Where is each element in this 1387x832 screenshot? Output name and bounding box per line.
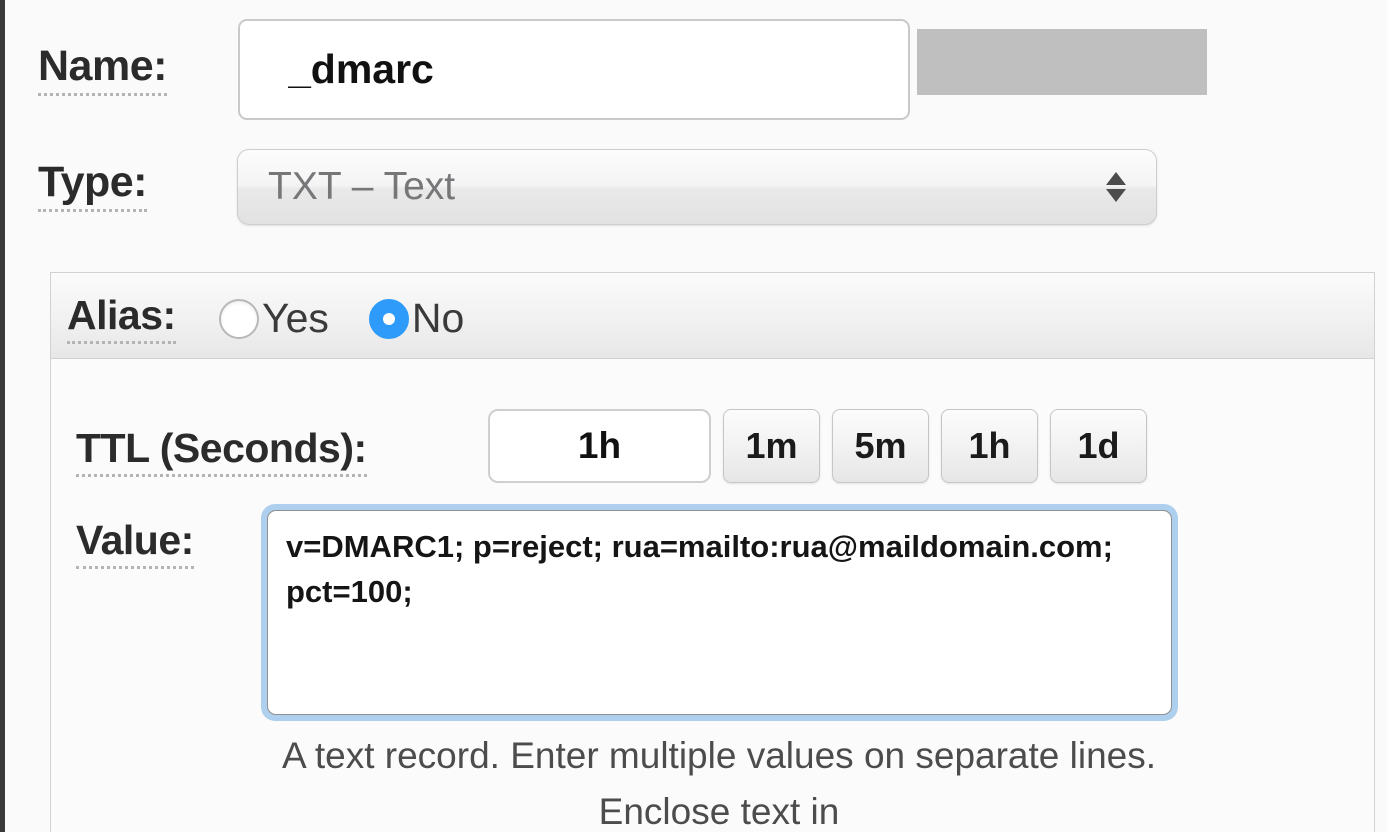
arrow-up-icon[interactable] [1106,172,1126,185]
name-label: Name: [38,42,167,96]
ttl-preset-1m[interactable]: 1m [723,409,820,483]
alias-radio-no-label: No [411,295,465,341]
alias-label: Alias: [67,292,176,344]
alias-label-text: Alias: [67,295,176,344]
alias-radio-yes[interactable]: Yes [219,295,329,342]
radio-unchecked-icon[interactable] [219,298,259,339]
alias-row: Alias: Yes No [51,273,1374,359]
value-label: Value: [76,517,194,569]
value-textarea[interactable]: v=DMARC1; p=reject; rua=mailto:rua@maild… [267,510,1172,715]
record-detail-panel: Alias: Yes No TTL (Seconds): 1m 5m 1h 1d [50,272,1375,832]
ttl-input[interactable] [488,409,711,483]
type-label: Type: [38,158,148,212]
ttl-preset-5m[interactable]: 5m [832,409,929,483]
alias-radio-no[interactable]: No [368,295,465,342]
type-select-value: TXT – Text [268,165,456,208]
value-label-text: Value: [76,520,194,569]
alias-radio-group: Yes No [219,295,464,342]
ttl-preset-group: 1m 5m 1h 1d [723,409,1147,483]
type-select[interactable]: TXT – Text [237,149,1157,225]
type-stepper[interactable] [1106,172,1126,202]
radio-checked-icon[interactable] [368,298,409,339]
value-help-text: A text record. Enter multiple values on … [281,735,1157,832]
arrow-down-icon[interactable] [1106,189,1126,202]
ttl-label: TTL (Seconds): [76,425,367,477]
name-input[interactable] [238,19,910,120]
redacted-domain-block [917,29,1207,95]
name-label-text: Name: [38,45,167,96]
alias-radio-yes-label: Yes [262,295,329,341]
ttl-preset-1h[interactable]: 1h [941,409,1038,483]
ttl-preset-1d[interactable]: 1d [1050,409,1147,483]
value-focus-ring: v=DMARC1; p=reject; rua=mailto:rua@maild… [261,504,1178,721]
dns-record-editor: Name: Type: TXT – Text Alias: Yes [0,0,1387,832]
ttl-label-text: TTL (Seconds): [76,428,367,477]
type-label-text: Type: [38,161,148,212]
